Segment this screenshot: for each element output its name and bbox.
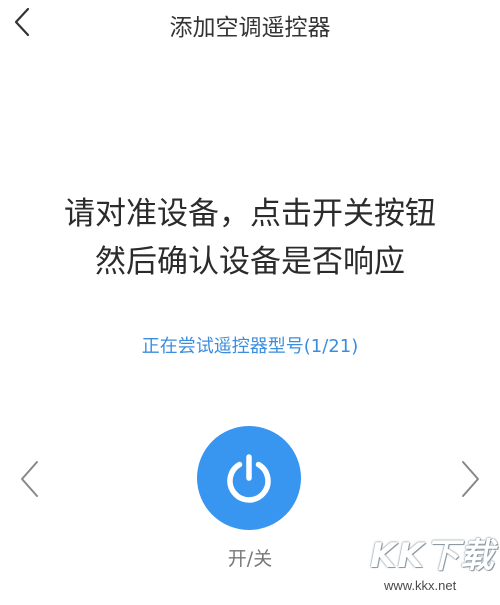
model-status-text: 正在尝试遥控器型号(1/21) — [141, 336, 359, 357]
chevron-left-icon — [21, 461, 38, 497]
power-button[interactable] — [197, 426, 301, 530]
chevron-right-icon — [462, 461, 479, 497]
power-icon — [227, 454, 271, 503]
page-title: 添加空调遥控器 — [169, 15, 331, 41]
watermark-logo: KK下载 — [370, 536, 495, 576]
next-model-button[interactable] — [456, 456, 486, 502]
watermark-url: www.kkx.net — [384, 578, 457, 593]
instruction-line-1: 请对准设备，点击开关按钮 — [64, 196, 436, 232]
instruction-line-2: 然后确认设备是否响应 — [95, 244, 405, 280]
header: 添加空调遥控器 — [0, 0, 500, 48]
instruction-text: 请对准设备，点击开关按钮 然后确认设备是否响应 — [0, 190, 500, 286]
watermark: KK下载 www.kkx.net — [370, 528, 496, 602]
previous-model-button[interactable] — [14, 456, 44, 502]
